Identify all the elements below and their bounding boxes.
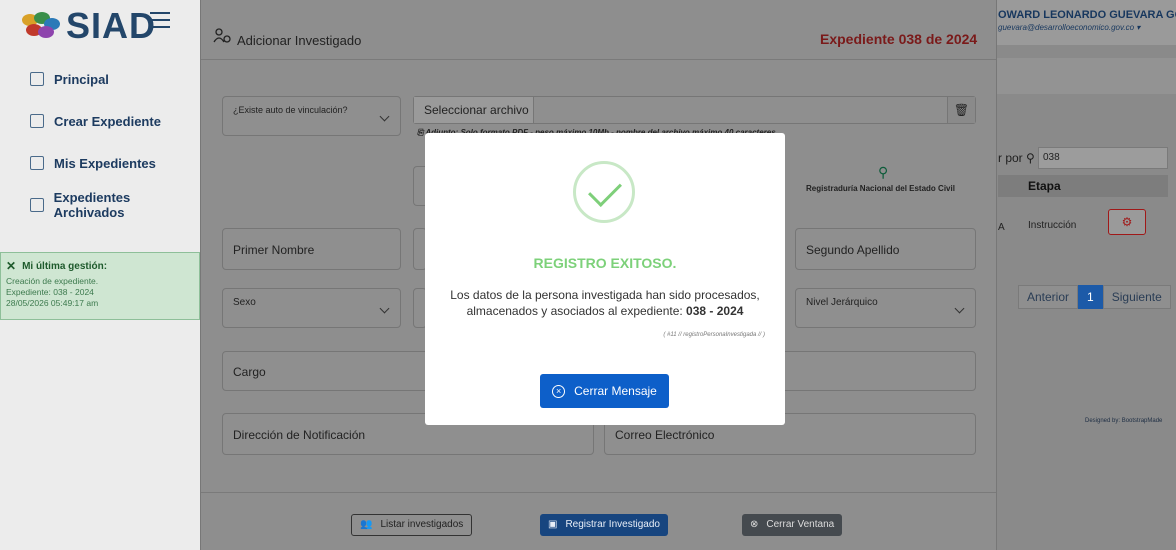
close-circle-icon: × xyxy=(552,384,566,398)
select-file-button[interactable]: Seleccionar archivo xyxy=(414,97,534,123)
chevron-down-icon xyxy=(954,303,965,314)
brand[interactable]: SIAD xyxy=(20,5,157,46)
menu-toggle-icon[interactable] xyxy=(150,12,170,28)
modal-header: Adicionar Investigado Expediente 038 de … xyxy=(201,0,996,60)
field-label: Correo Electrónico xyxy=(615,428,715,442)
close-circle-icon: ⊗ xyxy=(750,519,759,530)
search-icon: ⚲ xyxy=(1026,151,1035,165)
folder-icon xyxy=(30,114,44,128)
dialog-expediente: 038 - 2024 xyxy=(686,304,744,318)
file-input[interactable]: Seleccionar archivo 🗑 xyxy=(413,96,976,124)
field-label: Primer Nombre xyxy=(233,243,315,257)
pager-previous[interactable]: Anterior xyxy=(1018,285,1079,309)
search-icon[interactable]: ⚲ xyxy=(878,164,888,181)
archive-icon xyxy=(30,198,44,212)
listar-investigados-button[interactable]: 👥 Listar investigados xyxy=(351,514,473,536)
user-add-icon xyxy=(213,28,231,43)
trash-icon: 🗑 xyxy=(953,103,970,117)
settings-button[interactable]: ⚙ xyxy=(1108,209,1146,235)
field-label: ¿Existe auto de vinculación? xyxy=(233,105,348,115)
sidebar-item-principal[interactable]: Principal xyxy=(0,58,200,100)
last-activity-title: Mi última gestión: xyxy=(22,260,108,272)
pagination: Anterior 1 Siguiente xyxy=(1018,285,1171,309)
field-label: Nivel Jerárquico xyxy=(806,297,878,308)
modal-title: Adicionar Investigado xyxy=(237,33,362,48)
sidebar: SIAD Principal Crear Expediente Mis Expe… xyxy=(0,0,200,550)
modal-footer-divider xyxy=(201,492,996,493)
column-header-etapa[interactable]: Etapa xyxy=(1028,179,1061,193)
sidebar-item-expedientes-archivados[interactable]: Expedientes Archivados xyxy=(0,184,200,226)
sidebar-item-mis-expedientes[interactable]: Mis Expedientes xyxy=(0,142,200,184)
dialog-message: Los datos de la persona investigada han … xyxy=(450,288,760,318)
field-label: Segundo Apellido xyxy=(806,243,900,257)
tools-icon: ✕ xyxy=(6,259,17,273)
sidebar-item-label: Principal xyxy=(54,71,109,87)
list-icon xyxy=(30,156,44,170)
registrar-investigado-button[interactable]: ▣ Registrar Investigado xyxy=(540,514,668,536)
user-email[interactable]: guevara@desarrolloeconomico.gov.co ▾ xyxy=(998,23,1140,32)
primer-nombre-field[interactable]: Primer Nombre xyxy=(222,228,401,270)
last-activity-line: 28/05/2026 05:49:17 am xyxy=(6,298,99,308)
chevron-down-icon xyxy=(379,111,390,122)
delete-file-button[interactable]: 🗑 xyxy=(947,97,975,123)
gear-icon: ⚙ xyxy=(1121,215,1133,229)
table-cell-etapa: Instrucción xyxy=(1028,220,1077,231)
registraduria-link[interactable]: Registraduría Nacional del Estado Civil xyxy=(806,184,955,193)
sidebar-item-crear-expediente[interactable]: Crear Expediente xyxy=(0,100,200,142)
sidebar-nav: Principal Crear Expediente Mis Expedient… xyxy=(0,58,200,226)
sidebar-item-label: Crear Expediente xyxy=(54,113,161,129)
nivel-jerarquico-select[interactable]: Nivel Jerárquico xyxy=(795,288,976,328)
field-label: Cargo xyxy=(233,365,266,379)
brand-name: SIAD xyxy=(66,5,157,46)
close-message-button[interactable]: × Cerrar Mensaje xyxy=(540,374,669,408)
users-icon: 👥 xyxy=(360,519,373,530)
last-activity-panel: ✕ Mi última gestión: Creación de expedie… xyxy=(0,252,200,320)
last-activity-line: Creación de expediente. xyxy=(6,276,99,286)
expediente-label: Expediente 038 de 2024 xyxy=(820,31,978,47)
field-label: Sexo xyxy=(233,297,256,308)
dialog-title: REGISTRO EXITOSO. xyxy=(533,255,677,271)
dialog-reference: ( #11 // registroPersonaInvestigada // ) xyxy=(663,332,765,338)
table-cell: A xyxy=(998,222,1005,233)
segundo-apellido-field[interactable]: Segundo Apellido xyxy=(795,228,976,270)
footer-credit: Designed by: BootstrapMade xyxy=(1085,418,1163,424)
vinculacion-select[interactable]: ¿Existe auto de vinculación? xyxy=(222,96,401,136)
sexo-select[interactable]: Sexo xyxy=(222,288,401,328)
chevron-down-icon xyxy=(379,303,390,314)
table-header: Etapa xyxy=(998,175,1168,197)
success-check-icon xyxy=(573,161,635,223)
paperclip-icon: ⎘ xyxy=(417,128,424,137)
home-icon xyxy=(30,72,44,86)
pager-page[interactable]: 1 xyxy=(1078,285,1103,309)
cerrar-ventana-button[interactable]: ⊗ Cerrar Ventana xyxy=(742,514,843,536)
last-activity-line: Expediente: 038 - 2024 xyxy=(6,287,94,297)
field-label: Dirección de Notificación xyxy=(233,428,366,442)
save-icon: ▣ xyxy=(548,519,558,530)
brand-logo-icon xyxy=(20,12,60,40)
success-dialog: REGISTRO EXITOSO. Los datos de la person… xyxy=(425,133,785,425)
sidebar-item-label: Mis Expedientes xyxy=(54,155,156,171)
user-name[interactable]: OWARD LEONARDO GUEVARA GOMEZ xyxy=(998,9,1176,21)
sidebar-item-label: Expedientes Archivados xyxy=(53,190,131,220)
filter-label: r por ⚲ xyxy=(998,151,1035,165)
pager-next[interactable]: Siguiente xyxy=(1102,285,1171,309)
filter-input[interactable]: 038 xyxy=(1038,147,1168,169)
